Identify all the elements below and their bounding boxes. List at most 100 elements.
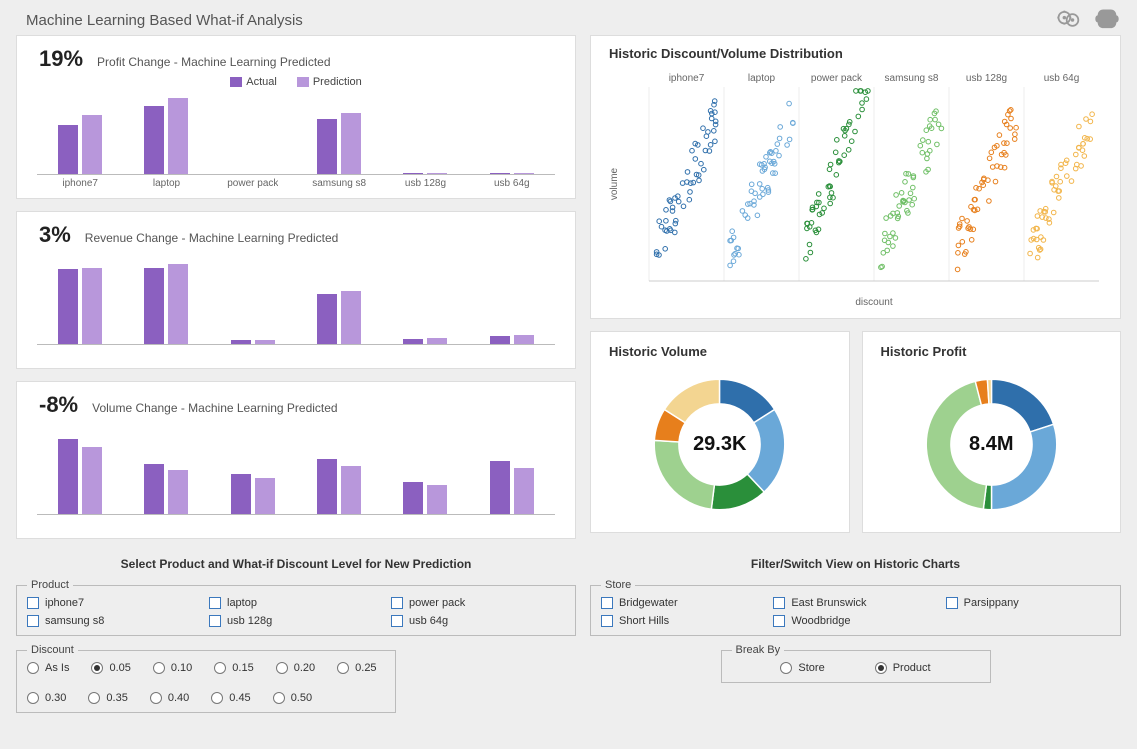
radio-label: 0.10 [171, 662, 192, 674]
bar-group: laptop [123, 87, 209, 192]
product-checkbox[interactable]: usb 128g [209, 615, 383, 627]
radio-label: 0.40 [168, 692, 189, 704]
radio-icon [27, 662, 39, 674]
bar-prediction [82, 115, 102, 174]
bar-group: samsung s8 [296, 87, 382, 192]
bar-group: iphone7 [37, 87, 123, 192]
radio-icon [27, 692, 39, 704]
bar-group [469, 257, 555, 362]
bar-group [37, 257, 123, 362]
scatter-title: Historic Discount/Volume Distribution [605, 46, 1106, 61]
ml-brain-icon[interactable] [1093, 6, 1121, 37]
radio-icon [88, 692, 100, 704]
radio-icon [273, 692, 285, 704]
bar-group [210, 427, 296, 532]
bar-group [123, 257, 209, 362]
volume-change-title: Volume Change - Machine Learning Predict… [92, 401, 337, 415]
product-checkbox[interactable]: power pack [391, 597, 565, 609]
header-icon-group [1055, 6, 1121, 37]
svg-text:laptop: laptop [748, 73, 776, 84]
radio-label: 0.50 [291, 692, 312, 704]
bar-actual [317, 294, 337, 344]
discount-radio[interactable]: 0.35 [88, 692, 127, 704]
radio-label: 0.15 [232, 662, 253, 674]
bar-actual [490, 173, 510, 174]
bar-actual [144, 464, 164, 514]
historic-profit-card: Historic Profit 8.4M [862, 331, 1122, 533]
radio-icon [875, 662, 887, 674]
svg-text:usb 128g: usb 128g [966, 73, 1007, 84]
profit-change-title: Profit Change - Machine Learning Predict… [97, 55, 330, 69]
discount-radio[interactable]: 0.50 [273, 692, 312, 704]
bar-actual [403, 339, 423, 344]
store-checkbox[interactable]: Woodbridge [773, 615, 937, 627]
discount-radio[interactable]: 0.30 [27, 692, 66, 704]
filter-controls-title: Filter/Switch View on Historic Charts [590, 557, 1121, 571]
profit-change-card: 19% Profit Change - Machine Learning Pre… [16, 35, 576, 199]
store-checkbox[interactable]: Bridgewater [601, 597, 765, 609]
checkbox-icon [209, 615, 221, 627]
bar-prediction [427, 338, 447, 344]
checkbox-icon [27, 597, 39, 609]
store-checkbox[interactable]: East Brunswick [773, 597, 937, 609]
product-checkbox[interactable]: laptop [209, 597, 383, 609]
product-legend: Product [27, 579, 73, 591]
bar-prediction [514, 468, 534, 514]
historic-volume-value: 29.3K [693, 433, 746, 456]
product-checkbox[interactable]: usb 64g [391, 615, 565, 627]
discount-radio[interactable]: 0.25 [337, 662, 376, 674]
bar-prediction [255, 340, 275, 344]
bar-prediction [82, 447, 102, 514]
checkbox-label: Woodbridge [791, 615, 850, 627]
checkbox-label: Parsippany [964, 597, 1019, 609]
checkbox-label: East Brunswick [791, 597, 866, 609]
revenue-change-percent: 3% [31, 222, 71, 248]
radio-label: 0.30 [45, 692, 66, 704]
category-label: samsung s8 [312, 178, 366, 192]
store-checkbox[interactable]: Short Hills [601, 615, 765, 627]
scatter-chart: volumediscountiphone7laptoppower packsam… [605, 69, 1105, 309]
historic-profit-value: 8.4M [969, 433, 1013, 456]
bar-prediction [255, 478, 275, 514]
radio-label: 0.05 [109, 662, 130, 674]
radio-label: Store [798, 662, 824, 674]
checkbox-icon [946, 597, 958, 609]
category-label: usb 64g [494, 178, 530, 192]
checkbox-icon [209, 597, 221, 609]
breakby-radio[interactable]: Store [780, 662, 824, 674]
svg-text:iphone7: iphone7 [669, 73, 705, 84]
profit-change-percent: 19% [31, 46, 83, 72]
ml-config-icon[interactable] [1055, 6, 1083, 37]
discount-radio[interactable]: 0.20 [276, 662, 315, 674]
store-fieldset: Store BridgewaterEast BrunswickParsippan… [590, 579, 1121, 636]
discount-legend: Discount [27, 644, 78, 656]
bar-group: power pack [210, 87, 296, 192]
discount-radio[interactable]: 0.10 [153, 662, 192, 674]
category-label: power pack [227, 178, 278, 192]
bar-group [37, 427, 123, 532]
radio-label: Product [893, 662, 931, 674]
bar-group [296, 427, 382, 532]
discount-radio[interactable]: 0.15 [214, 662, 253, 674]
checkbox-label: power pack [409, 597, 465, 609]
bar-prediction [427, 485, 447, 514]
checkbox-icon [601, 615, 613, 627]
discount-radio[interactable]: 0.05 [91, 662, 130, 674]
bar-prediction [341, 113, 361, 174]
discount-radio[interactable]: 0.45 [211, 692, 250, 704]
discount-radio[interactable]: 0.40 [150, 692, 189, 704]
product-checkbox[interactable]: iphone7 [27, 597, 201, 609]
discount-radio[interactable]: As Is [27, 662, 69, 674]
bar-actual [58, 269, 78, 344]
bar-actual [403, 482, 423, 514]
breakby-radio[interactable]: Product [875, 662, 931, 674]
product-checkbox[interactable]: samsung s8 [27, 615, 201, 627]
breakby-fieldset: Break By StoreProduct [721, 644, 991, 683]
store-checkbox[interactable]: Parsippany [946, 597, 1110, 609]
bar-group: usb 64g [469, 87, 555, 192]
bar-actual [490, 336, 510, 344]
svg-text:samsung s8: samsung s8 [885, 73, 939, 84]
bar-prediction [168, 470, 188, 514]
svg-text:usb 64g: usb 64g [1044, 73, 1080, 84]
radio-icon [211, 692, 223, 704]
